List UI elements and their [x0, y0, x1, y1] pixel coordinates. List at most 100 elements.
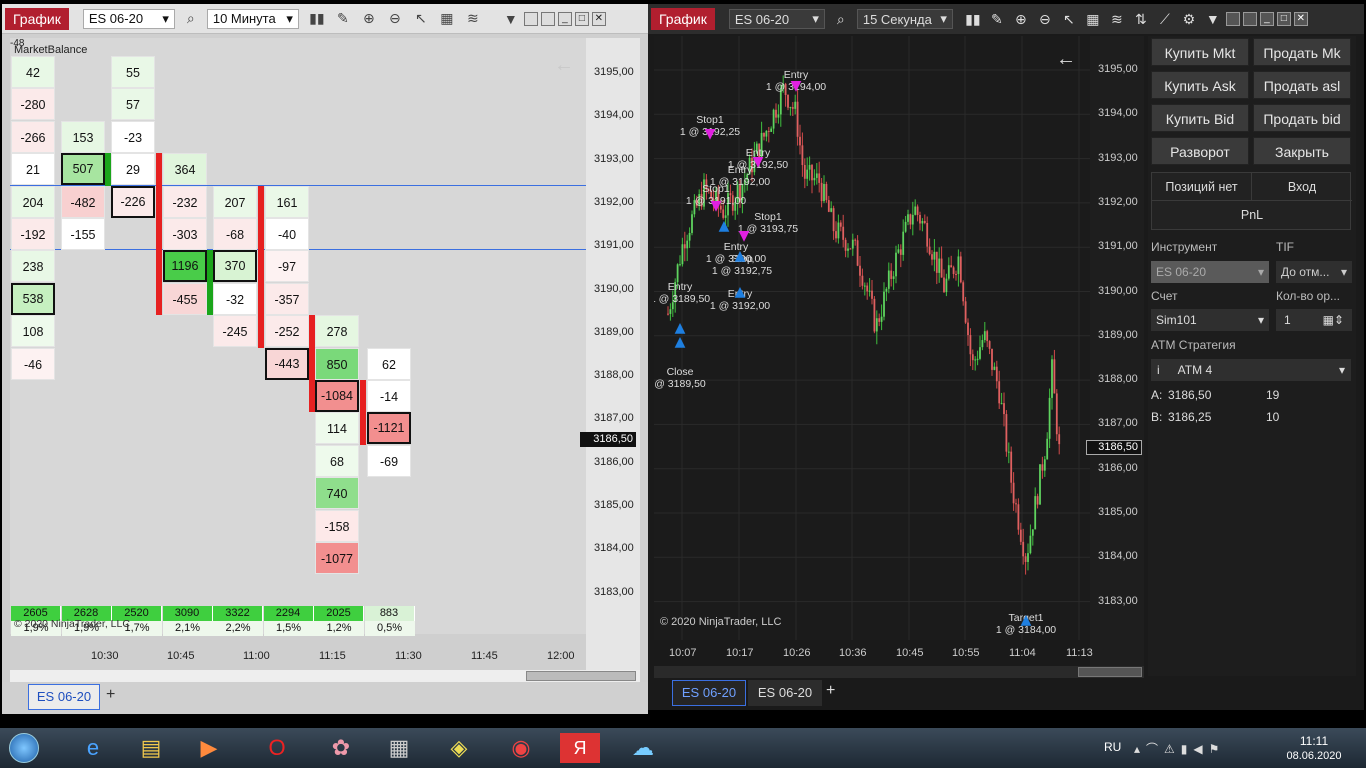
properties-icon[interactable]: ⚙: [1179, 9, 1199, 29]
metatrader-icon[interactable]: ◈: [434, 732, 484, 764]
strategy-icon[interactable]: ≋: [1107, 9, 1127, 29]
right-tab-es-1[interactable]: ES 06-20: [672, 680, 746, 706]
left-interval-select[interactable]: 10 Минута ▾: [206, 8, 299, 29]
pencil-icon[interactable]: ✎: [987, 9, 1007, 29]
left-price-axis[interactable]: [586, 38, 640, 670]
right-instrument-select[interactable]: ES 06-20 ▾: [728, 9, 825, 29]
tif-select[interactable]: До отм... ▾: [1276, 261, 1352, 283]
candle-body: [1039, 464, 1041, 505]
pencil-icon[interactable]: ✎: [333, 9, 353, 29]
clock-time[interactable]: 11:11: [1282, 734, 1346, 748]
scrollbar-thumb[interactable]: [526, 671, 636, 681]
sell-ask-button[interactable]: Продать asl: [1253, 71, 1351, 99]
windows-taskbar: e ▤ ▶ O ✿ ▦ ◈ ◉ Я ☁ RU ▴⌒⚠▮◀⚑ 11:11 08.0…: [0, 728, 1366, 768]
back-arrow-icon[interactable]: ←: [554, 54, 574, 77]
right-interval-select[interactable]: 15 Секунда ▾: [856, 9, 953, 29]
indicators-icon[interactable]: ▦: [437, 9, 457, 29]
maximize-button[interactable]: □: [1276, 12, 1291, 26]
minimize-button[interactable]: _: [1259, 12, 1274, 26]
price-tick-label: 3187,00: [594, 412, 634, 425]
zoom-out-icon[interactable]: ⊖: [1035, 9, 1055, 29]
instrument-select[interactable]: ES 06-20 ▾: [1151, 261, 1269, 283]
media-player-icon[interactable]: ▶: [184, 732, 234, 764]
bars-type-icon[interactable]: ▮▮: [963, 9, 983, 29]
orderflow-cell: -14: [367, 380, 411, 412]
cursor-icon[interactable]: ↖: [1059, 9, 1079, 29]
buy-ask-button[interactable]: Купить Ask: [1151, 71, 1249, 99]
buy-market-button[interactable]: Купить Mkt: [1151, 38, 1249, 66]
opera-icon[interactable]: O: [252, 732, 302, 764]
time-tick-label: 10:55: [952, 647, 980, 659]
orderflow-cell: -357: [265, 282, 309, 315]
language-indicator[interactable]: RU: [1104, 740, 1121, 754]
strategy-icon[interactable]: ≋: [463, 9, 483, 29]
start-button[interactable]: [2, 732, 46, 764]
window-option2-button[interactable]: [540, 11, 555, 26]
buy-bid-button[interactable]: Купить Bid: [1151, 104, 1249, 132]
yandex-browser-icon[interactable]: Я: [560, 733, 600, 763]
sell-bid-button[interactable]: Продать bid: [1253, 104, 1351, 132]
calculator-icon[interactable]: ▦: [374, 732, 424, 764]
window-option2-button[interactable]: [1242, 12, 1257, 26]
maximize-button[interactable]: □: [574, 11, 589, 26]
left-instrument-select[interactable]: ES 06-20 ▾: [82, 8, 175, 29]
chevron-down-icon: ▾: [1340, 265, 1347, 279]
left-scrollbar[interactable]: [10, 670, 640, 682]
right-candlestick-plot[interactable]: Entry1 @ 3194,00Stop11 @ 3192,25Entry1 @…: [654, 36, 1090, 640]
orderflow-cell: -443: [265, 347, 309, 380]
close-button[interactable]: ✕: [1293, 12, 1308, 26]
menu-down-icon[interactable]: ▼: [1203, 9, 1223, 29]
account-select[interactable]: Sim101 ▾: [1151, 309, 1269, 331]
paint-icon[interactable]: ✿: [316, 732, 366, 764]
search-icon[interactable]: ⌕: [831, 9, 851, 29]
file-explorer-icon[interactable]: ▤: [126, 732, 176, 764]
search-icon[interactable]: ⌕: [181, 9, 201, 29]
clock-date[interactable]: 08.06.2020: [1282, 750, 1346, 762]
indicators-icon[interactable]: ▦: [1083, 9, 1103, 29]
tray-icons[interactable]: ▴⌒⚠▮◀⚑: [1134, 740, 1225, 757]
add-tab-icon[interactable]: +: [106, 686, 115, 704]
window-option-button[interactable]: [1225, 12, 1240, 26]
right-price-axis[interactable]: [1090, 36, 1144, 668]
sell-market-button[interactable]: Продать Mk: [1253, 38, 1351, 66]
add-tab-icon[interactable]: +: [826, 682, 835, 700]
bars-type-icon[interactable]: ▮▮: [307, 9, 327, 29]
candle-body: [938, 258, 941, 273]
right-chart-title: График: [651, 8, 715, 30]
drawing-icon[interactable]: ⟋: [1155, 9, 1175, 29]
left-chart-window: График ES 06-20 ▾ ⌕ 10 Минута ▾ ▮▮ ✎ ⊕ ⊖ ↖…: [2, 4, 648, 714]
cloud-app-icon[interactable]: ☁: [618, 732, 668, 764]
quantity-stepper[interactable]: 1 ▦⇕: [1276, 309, 1352, 331]
reverse-button[interactable]: Разворот: [1151, 137, 1249, 165]
atm-strategy-select[interactable]: i ATM 4 ▾: [1151, 359, 1351, 381]
window-option-button[interactable]: [523, 11, 538, 26]
price-tick-label: 3183,00: [594, 585, 634, 598]
menu-down-icon[interactable]: ▼: [501, 9, 521, 29]
back-arrow-icon[interactable]: ←: [1056, 48, 1076, 71]
trade-arrow-icon: ▲: [735, 248, 746, 264]
internet-explorer-icon[interactable]: e: [68, 732, 118, 764]
cursor-icon[interactable]: ↖: [411, 9, 431, 29]
zoom-out-icon[interactable]: ⊖: [385, 9, 405, 29]
orderflow-cell: -232: [163, 185, 207, 218]
candle-body: [976, 358, 979, 360]
right-scrollbar[interactable]: [654, 666, 1144, 678]
close-button[interactable]: ✕: [591, 11, 606, 26]
zoom-in-icon[interactable]: ⊕: [359, 9, 379, 29]
percent-cell: 1,2%: [314, 621, 364, 636]
calculator-icon[interactable]: ▦⇕: [1323, 309, 1344, 331]
minimize-button[interactable]: _: [557, 11, 572, 26]
zoom-in-icon[interactable]: ⊕: [1011, 9, 1031, 29]
candle-body: [772, 109, 775, 129]
right-tab-es-2[interactable]: ES 06-20: [748, 680, 822, 706]
time-tick-label: 10:17: [726, 647, 754, 659]
candle-body: [1003, 403, 1005, 415]
chevron-down-icon: ▾: [812, 11, 819, 26]
close-position-button[interactable]: Закрыть: [1253, 137, 1351, 165]
ninjatrader-icon[interactable]: ◉: [496, 732, 546, 764]
chart-trader-icon[interactable]: ⇅: [1131, 9, 1151, 29]
scrollbar-thumb[interactable]: [1078, 667, 1142, 677]
orderflow-cell: -226: [111, 185, 155, 218]
info-icon[interactable]: i: [1157, 363, 1160, 377]
left-tab-es[interactable]: ES 06-20: [28, 684, 100, 710]
